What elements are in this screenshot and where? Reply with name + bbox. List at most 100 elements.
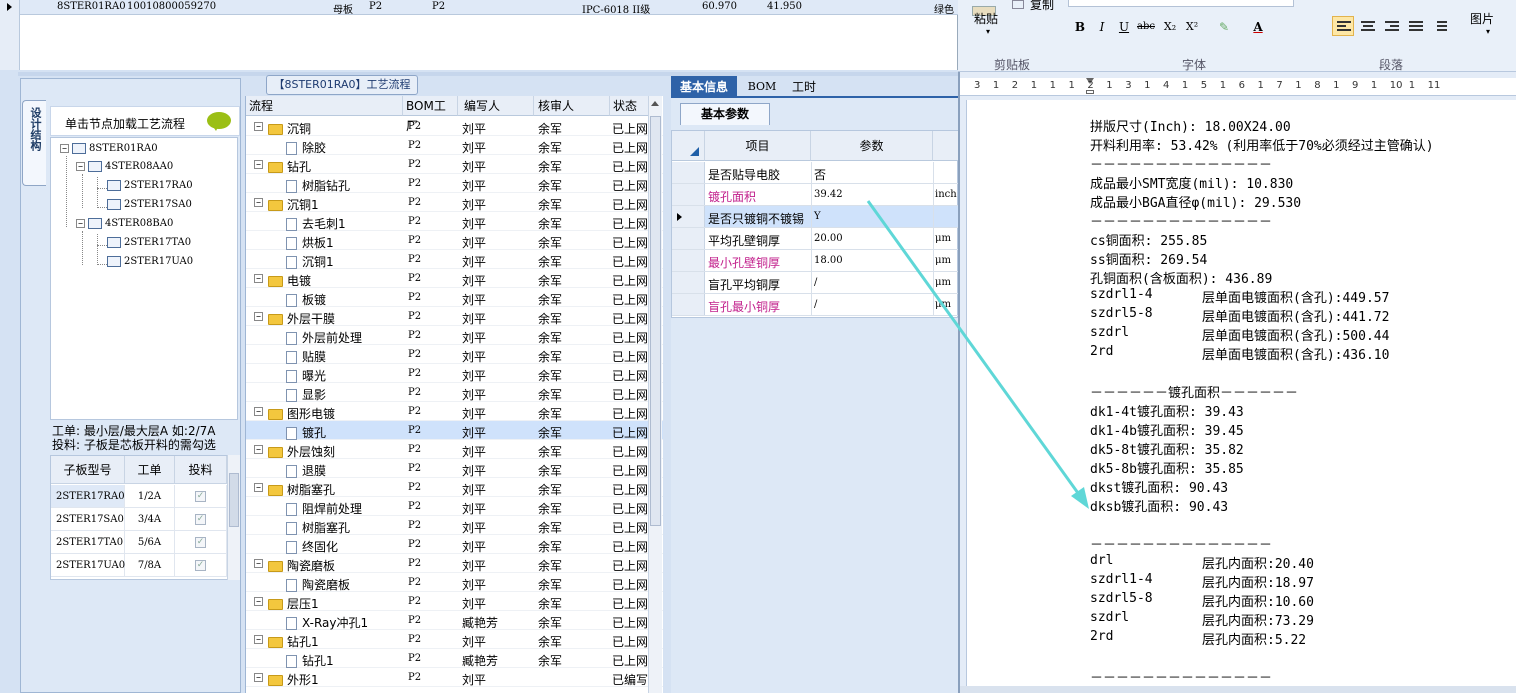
flow-row[interactable]: 板镀 P2 刘平 余军 已上网 [246,288,664,307]
col-header-flow[interactable]: 流程 [246,96,403,116]
sub-cell-order[interactable]: 1/2A [125,485,175,508]
superscript-button[interactable]: X² [1182,18,1202,36]
flow-row[interactable]: 曝光 P2 刘平 余军 已上网 [246,364,664,383]
tree-node[interactable]: − 4STER08AA0 [76,161,173,172]
param-value[interactable]: 20.00 [814,233,843,244]
col-header-bom[interactable]: BOM工厂 [403,96,458,133]
flow-row[interactable]: X-Ray冲孔1 P2 臧艳芳 余军 已上网 [246,611,664,630]
flow-row[interactable]: 树脂塞孔 P2 刘平 余军 已上网 [246,516,664,535]
col-header-model[interactable]: 子板型号 [51,456,125,484]
flow-row[interactable]: 沉铜1 − P2 刘平 余军 已上网 [246,193,664,212]
collapse-icon[interactable]: − [254,673,263,682]
param-row[interactable]: 是否只镀铜不镀锡 Y [672,206,959,228]
tree-node[interactable]: 2STER17RA0 [107,180,193,191]
align-right-button[interactable] [1380,16,1402,36]
flow-row[interactable]: 烘板1 P2 刘平 余军 已上网 [246,231,664,250]
collapse-icon[interactable]: − [76,162,85,171]
param-row-header[interactable] [672,184,705,205]
collapse-icon[interactable]: − [254,407,263,416]
collapse-icon[interactable]: − [254,597,263,606]
flow-row[interactable]: 钻孔1 − P2 刘平 余军 已上网 [246,630,664,649]
param-value[interactable]: 否 [814,166,826,183]
tab-basic-info[interactable]: 基本信息 [671,76,737,98]
flow-row[interactable]: 显影 P2 刘平 余军 已上网 [246,383,664,402]
paste-dropdown-icon[interactable]: ▾ [986,27,990,36]
param-row-header[interactable] [672,250,705,271]
flow-row[interactable]: 陶瓷磨板 − P2 刘平 余军 已上网 [246,554,664,573]
col-header-value[interactable]: 参数 [811,131,933,161]
param-row[interactable]: 盲孔最小铜厚 / μm [672,294,959,316]
col-header-writer[interactable]: 编写人 [458,96,534,116]
flow-row[interactable]: 外层干膜 − P2 刘平 余军 已上网 [246,307,664,326]
collapse-icon[interactable]: − [254,483,263,492]
picture-button[interactable]: 图片 [1470,10,1494,27]
feed-checkbox[interactable]: ✓ [195,491,206,502]
col-header-item[interactable]: 项目 [705,131,811,161]
collapse-icon[interactable]: − [60,144,69,153]
flow-row[interactable]: 贴膜 P2 刘平 余军 已上网 [246,345,664,364]
sub-cell-feed[interactable]: ✓ [175,508,227,531]
sub-cell-feed[interactable]: ✓ [175,531,227,554]
param-value[interactable]: 39.42 [814,189,843,200]
collapse-icon[interactable]: − [254,312,263,321]
sub-cell-model[interactable]: 2STER17RA0 [51,485,125,508]
param-row-header[interactable] [672,206,705,227]
flow-row[interactable]: 外层蚀刻 − P2 刘平 余军 已上网 [246,440,664,459]
picture-dropdown-icon[interactable]: ▾ [1486,27,1490,36]
word-horizontal-scrollbar[interactable] [960,686,1516,693]
col-header-status[interactable]: 状态 [610,96,650,116]
param-value[interactable]: / [814,277,817,288]
sub-cell-order[interactable]: 7/8A [125,554,175,577]
param-row[interactable]: 镀孔面积 39.42 inch [672,184,959,206]
tab-basic-params[interactable]: 基本参数 [680,103,770,125]
sub-cell-feed[interactable]: ✓ [175,554,227,577]
feed-checkbox[interactable]: ✓ [195,560,206,571]
underline-button[interactable]: U [1114,18,1134,36]
justify-button[interactable] [1404,16,1426,36]
param-row[interactable]: 最小孔壁铜厚 18.00 μm [672,250,959,272]
vertical-tab-design-structure[interactable]: 设计结构 [22,100,46,186]
param-row-header[interactable] [672,294,705,315]
collapse-icon[interactable]: − [76,219,85,228]
scroll-thumb[interactable] [650,116,661,526]
param-row[interactable]: 是否贴导电胶 否 [672,162,959,184]
bold-button[interactable]: B [1070,18,1090,36]
flow-row[interactable]: 钻孔 − P2 刘平 余军 已上网 [246,155,664,174]
collapse-icon[interactable]: − [254,445,263,454]
font-name-box[interactable] [1068,0,1294,7]
sub-cell-model[interactable]: 2STER17UA0 [51,554,125,577]
subscript-button[interactable]: X₂ [1160,18,1180,36]
sub-cell-order[interactable]: 3/4A [125,508,175,531]
paste-button[interactable]: 粘贴 [974,10,998,27]
param-value[interactable]: 18.00 [814,255,843,266]
flow-row[interactable]: 外形1 − P2 刘平 已编写 [246,668,664,687]
collapse-icon[interactable]: − [254,122,263,131]
flow-row[interactable]: 终固化 P2 刘平 余军 已上网 [246,535,664,554]
flow-row[interactable]: 镀孔 P2 刘平 余军 已上网 [246,421,664,440]
vertical-splitter[interactable] [663,76,671,693]
copy-button[interactable]: 复制 [1030,0,1054,13]
param-row-header[interactable] [672,162,705,183]
horizontal-ruler[interactable]: 3 1 2 1 1 1 2 1 3 1 4 1 5 1 6 1 7 1 8 1 9 1 10 1 11 [960,78,1516,96]
flow-row[interactable]: 图形电镀 − P2 刘平 余军 已上网 [246,402,664,421]
col-header-feed[interactable]: 投料 [175,456,227,484]
italic-button[interactable]: I [1092,18,1112,36]
collapse-icon[interactable]: − [254,635,263,644]
tab-bom[interactable]: BOM [741,76,783,98]
flow-row[interactable]: 除胶 P2 刘平 余军 已上网 [246,136,664,155]
param-value[interactable]: Y [814,211,821,222]
param-row-header[interactable] [672,228,705,249]
flow-scrollbar[interactable] [648,96,662,693]
flow-row[interactable]: 去毛刺1 P2 刘平 余军 已上网 [246,212,664,231]
scroll-up-icon[interactable] [651,101,659,106]
tree-node-root[interactable]: − 8STER01RA0 [60,143,158,154]
sub-cell-model[interactable]: 2STER17SA0 [51,508,125,531]
flow-row[interactable]: 陶瓷磨板 P2 刘平 余军 已上网 [246,573,664,592]
sub-cell-model[interactable]: 2STER17TA0 [51,531,125,554]
col-header-order[interactable]: 工单 [125,456,175,484]
flow-row[interactable]: 外层前处理 P2 刘平 余军 已上网 [246,326,664,345]
collapse-icon[interactable]: − [254,198,263,207]
flow-row[interactable]: 阻焊前处理 P2 刘平 余军 已上网 [246,497,664,516]
sub-cell-feed[interactable]: ✓ [175,485,227,508]
param-value[interactable]: / [814,299,817,310]
